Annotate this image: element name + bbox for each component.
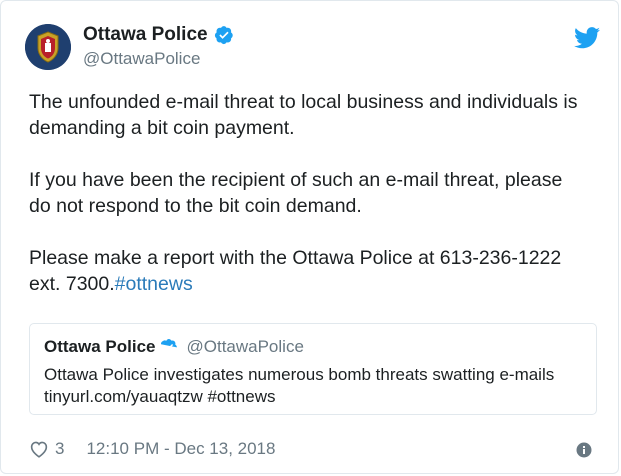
hashtag-link[interactable]: #ottnews (115, 273, 193, 295)
tweet-paragraph-with-hashtag: Please make a report with the Ottawa Pol… (29, 245, 589, 297)
verified-badge-icon (161, 339, 178, 351)
tweet-body: The unfounded e-mail threat to local bus… (29, 89, 589, 323)
twitter-bird-icon[interactable] (574, 27, 600, 49)
tweet-header: Ottawa Police @OttawaPolice (25, 23, 234, 71)
display-name-row: Ottawa Police (83, 23, 234, 47)
tweet-footer: 3 12:10 PM - Dec 13, 2018 (29, 439, 275, 459)
tweet-paragraph: If you have been the recipient of such a… (29, 169, 563, 217)
tweet-card: Ottawa Police @OttawaPolice The unfounde… (0, 0, 619, 474)
quoted-display-name: Ottawa Police (44, 337, 156, 356)
quoted-tweet-header: Ottawa Police @OttawaPolice (44, 336, 582, 358)
author-names: Ottawa Police @OttawaPolice (83, 23, 234, 71)
info-icon[interactable] (576, 442, 592, 458)
author-display-name[interactable]: Ottawa Police (83, 23, 208, 47)
quoted-tweet[interactable]: Ottawa Police @OttawaPolice Ottawa Polic… (29, 323, 597, 415)
verified-badge-icon (214, 26, 233, 45)
police-crest-icon (25, 24, 71, 70)
avatar[interactable] (25, 24, 71, 70)
quoted-handle: @OttawaPolice (186, 337, 304, 356)
author-handle[interactable]: @OttawaPolice (83, 47, 234, 71)
quoted-tweet-text: Ottawa Police investigates numerous bomb… (44, 365, 555, 406)
tweet-paragraph-text: Please make a report with the Ottawa Pol… (29, 247, 562, 295)
tweet-timestamp[interactable]: 12:10 PM - Dec 13, 2018 (86, 439, 275, 459)
tweet-paragraph: The unfounded e-mail threat to local bus… (29, 91, 578, 139)
heart-icon[interactable] (29, 440, 49, 458)
like-count: 3 (55, 439, 65, 458)
